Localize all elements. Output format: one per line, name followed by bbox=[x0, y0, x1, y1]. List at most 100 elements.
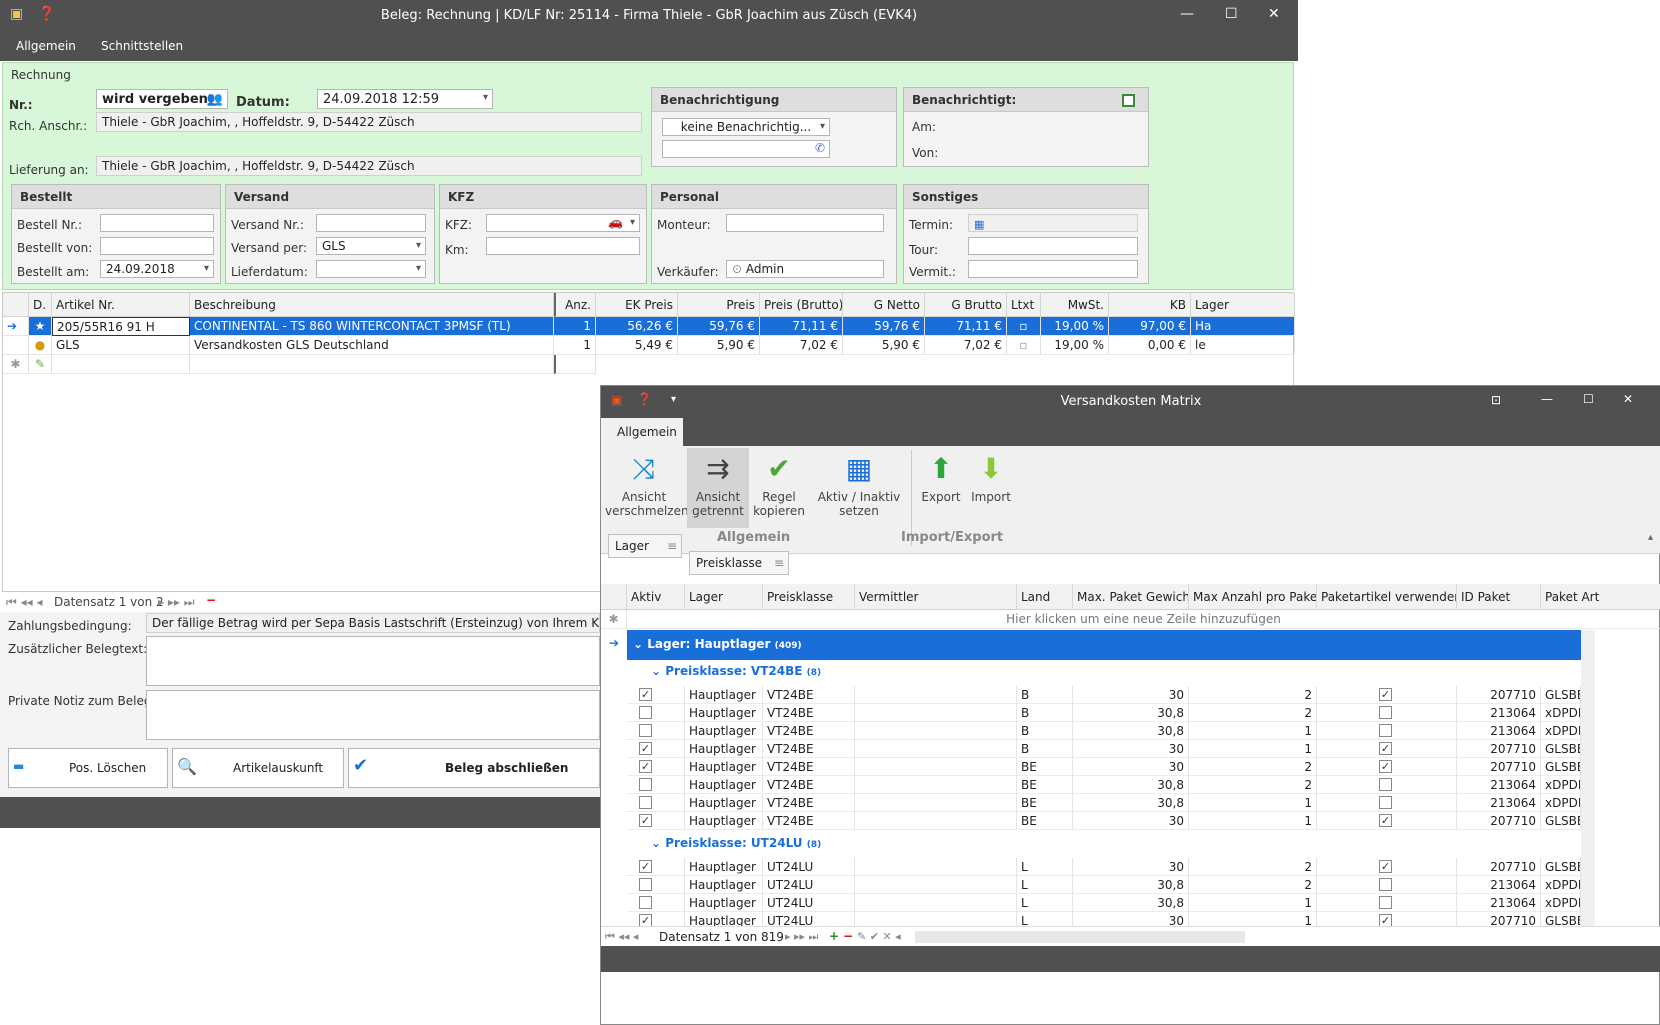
cell-vermittler[interactable] bbox=[855, 704, 1017, 722]
cell-vermittler[interactable] bbox=[855, 858, 1017, 876]
row1-ek[interactable]: 56,26 € bbox=[596, 317, 678, 336]
cell-lager[interactable]: Hauptlager bbox=[685, 794, 763, 812]
ansicht-verschmelzen-button[interactable]: ⤨ Ansicht verschmelzen bbox=[605, 452, 689, 518]
termin-field[interactable]: ▦ bbox=[968, 214, 1138, 232]
row1-gnetto[interactable]: 59,76 € bbox=[843, 317, 925, 336]
cell-art[interactable]: GLSBE bbox=[1541, 740, 1581, 758]
datum-field[interactable]: 24.09.2018 12:59 bbox=[317, 89, 493, 109]
cell-art[interactable]: GLSBE bbox=[1541, 758, 1581, 776]
import-button[interactable]: ⬇ Import bbox=[967, 452, 1015, 504]
cell-art[interactable]: xDPDB bbox=[1541, 894, 1581, 912]
checkbox-icon[interactable]: ✓ bbox=[639, 688, 652, 701]
checkbox-icon[interactable]: ✓ bbox=[639, 914, 652, 926]
cell-anzahl[interactable]: 2 bbox=[1189, 704, 1317, 722]
cell-preisklasse[interactable]: VT24BE bbox=[763, 812, 855, 830]
matrix-minimize-button[interactable]: — bbox=[1541, 392, 1553, 406]
mcol-gewicht[interactable]: Max. Paket Gewicht bbox=[1073, 584, 1189, 610]
benachrichtigung-phone-field[interactable]: ✆ bbox=[662, 140, 830, 158]
ltxt-icon[interactable]: ▫ bbox=[1007, 317, 1041, 336]
screenshot-icon[interactable]: ⊡ bbox=[1491, 393, 1501, 407]
cell-anzahl[interactable]: 1 bbox=[1189, 912, 1317, 926]
checkbox-icon[interactable] bbox=[639, 706, 652, 719]
cell-lager[interactable]: Hauptlager bbox=[685, 912, 763, 926]
aktiv-checkbox[interactable]: ✓ bbox=[627, 812, 685, 830]
cell-lager[interactable]: Hauptlager bbox=[685, 722, 763, 740]
checkbox-icon[interactable] bbox=[639, 796, 652, 809]
cell-gewicht[interactable]: 30 bbox=[1073, 912, 1189, 926]
cell-vermittler[interactable] bbox=[855, 776, 1017, 794]
benachrichtigung-select[interactable]: keine Benachrichtig... bbox=[662, 118, 830, 136]
cell-gewicht[interactable]: 30,8 bbox=[1073, 704, 1189, 722]
beleg-abschliessen-button[interactable]: ✔ Beleg abschließen bbox=[348, 748, 600, 788]
aktiv-checkbox[interactable]: ✓ bbox=[627, 912, 685, 926]
cell-gewicht[interactable]: 30,8 bbox=[1073, 876, 1189, 894]
checkbox-icon[interactable]: ✓ bbox=[1379, 760, 1392, 773]
cell-id[interactable]: 213064 bbox=[1457, 876, 1541, 894]
cell-land[interactable]: L bbox=[1017, 912, 1073, 926]
cell-art[interactable]: xDPDB bbox=[1541, 722, 1581, 740]
paketartikel-checkbox[interactable]: ✓ bbox=[1317, 686, 1457, 704]
group-row-lager[interactable]: ⌄ Lager: Hauptlager (409) bbox=[627, 630, 1581, 660]
bestellt-am-field[interactable]: 24.09.2018 bbox=[100, 260, 214, 278]
mcol-land[interactable]: Land bbox=[1017, 584, 1073, 610]
aktiv-checkbox[interactable] bbox=[627, 704, 685, 722]
aktiv-checkbox[interactable] bbox=[627, 776, 685, 794]
people-icon[interactable]: 👥 bbox=[207, 92, 223, 107]
paketartikel-checkbox[interactable] bbox=[1317, 776, 1457, 794]
checkbox-icon[interactable] bbox=[1379, 778, 1392, 791]
cell-land[interactable]: BE bbox=[1017, 794, 1073, 812]
matrix-delete-icon[interactable]: − bbox=[843, 929, 853, 943]
aktiv-checkbox[interactable] bbox=[627, 794, 685, 812]
expand-icon[interactable]: ⌄ bbox=[633, 637, 647, 651]
new-row-artikel[interactable] bbox=[52, 355, 190, 374]
cell-preisklasse[interactable]: VT24BE bbox=[763, 794, 855, 812]
ltxt-icon-2[interactable]: ▫ bbox=[1007, 336, 1041, 355]
col-anz[interactable]: Anz. bbox=[554, 293, 596, 317]
versand-per-select[interactable]: GLS bbox=[316, 237, 426, 255]
ribbon-tab-allgemein[interactable]: Allgemein bbox=[601, 418, 683, 446]
aktiv-inaktiv-button[interactable]: ▦ Aktiv / Inaktiv setzen bbox=[811, 452, 907, 518]
cell-anzahl[interactable]: 2 bbox=[1189, 876, 1317, 894]
cell-vermittler[interactable] bbox=[855, 794, 1017, 812]
cell-preisklasse[interactable]: VT24BE bbox=[763, 704, 855, 722]
cell-preisklasse[interactable]: VT24BE bbox=[763, 758, 855, 776]
row2-artikel[interactable]: GLS bbox=[52, 336, 190, 355]
matrix-close-button[interactable]: ✕ bbox=[1623, 392, 1633, 406]
cell-vermittler[interactable] bbox=[855, 722, 1017, 740]
aktiv-checkbox[interactable] bbox=[627, 722, 685, 740]
aktiv-checkbox[interactable]: ✓ bbox=[627, 740, 685, 758]
cell-id[interactable]: 213064 bbox=[1457, 894, 1541, 912]
aktiv-checkbox[interactable]: ✓ bbox=[627, 758, 685, 776]
cell-land[interactable]: BE bbox=[1017, 776, 1073, 794]
aktiv-checkbox[interactable]: ✓ bbox=[627, 858, 685, 876]
cell-preisklasse[interactable]: VT24BE bbox=[763, 686, 855, 704]
cell-anzahl[interactable]: 2 bbox=[1189, 686, 1317, 704]
mcol-aktiv[interactable]: Aktiv bbox=[627, 584, 685, 610]
row2-ek[interactable]: 5,49 € bbox=[596, 336, 678, 355]
cell-lager[interactable]: Hauptlager bbox=[685, 858, 763, 876]
mcol-vermittler[interactable]: Vermittler bbox=[855, 584, 1017, 610]
expand-icon-ut[interactable]: ⌄ bbox=[651, 836, 665, 850]
paketartikel-checkbox[interactable] bbox=[1317, 894, 1457, 912]
cell-preisklasse[interactable]: VT24BE bbox=[763, 740, 855, 758]
maximize-button[interactable]: ☐ bbox=[1225, 6, 1238, 22]
row2-lager[interactable]: le bbox=[1191, 336, 1295, 355]
export-button[interactable]: ⬆ Export bbox=[917, 452, 965, 504]
row2-desc[interactable]: Versandkosten GLS Deutschland bbox=[190, 336, 554, 355]
cell-id[interactable]: 207710 bbox=[1457, 758, 1541, 776]
vermit-field[interactable] bbox=[968, 260, 1138, 278]
cell-preisklasse[interactable]: UT24LU bbox=[763, 912, 855, 926]
cell-art[interactable]: xDPDB bbox=[1541, 704, 1581, 722]
nav-next-icon[interactable]: ▸ ▸▸ ⏭ bbox=[158, 595, 195, 610]
col-artikel[interactable]: Artikel Nr. bbox=[52, 293, 190, 317]
cell-art[interactable]: xDPDB bbox=[1541, 776, 1581, 794]
checkbox-icon[interactable] bbox=[639, 724, 652, 737]
cell-vermittler[interactable] bbox=[855, 758, 1017, 776]
cell-vermittler[interactable] bbox=[855, 740, 1017, 758]
cell-lager[interactable]: Hauptlager bbox=[685, 776, 763, 794]
km-field[interactable] bbox=[486, 237, 640, 255]
col-beschreibung[interactable]: Beschreibung bbox=[190, 293, 554, 317]
ansicht-getrennt-button[interactable]: ⇉ Ansicht getrennt bbox=[687, 448, 749, 528]
mcol-anzahl[interactable]: Max Anzahl pro Paket bbox=[1189, 584, 1317, 610]
mcol-preisklasse[interactable]: Preisklasse bbox=[763, 584, 855, 610]
